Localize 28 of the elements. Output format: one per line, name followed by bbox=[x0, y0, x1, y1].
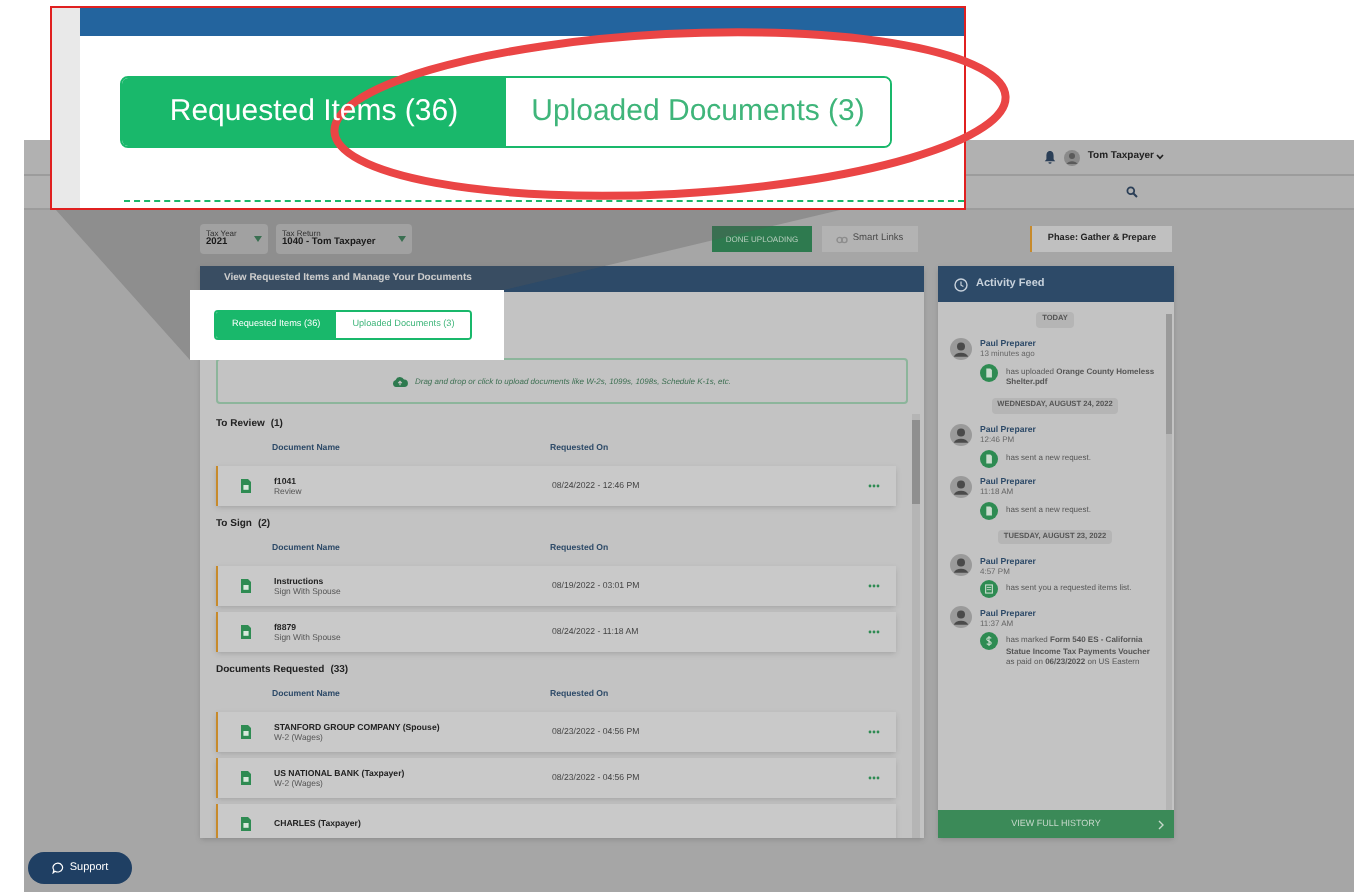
document-icon bbox=[240, 816, 252, 832]
clock-icon bbox=[954, 277, 968, 291]
dollar-icon bbox=[980, 632, 998, 651]
document-icon bbox=[240, 724, 252, 740]
document-icon bbox=[980, 449, 998, 468]
avatar-icon bbox=[950, 554, 972, 577]
document-icon bbox=[240, 770, 252, 786]
cloud-upload-icon bbox=[392, 375, 409, 387]
chevron-right-icon bbox=[1158, 819, 1164, 829]
avatar-icon bbox=[1063, 149, 1080, 165]
feed-scrollbar[interactable] bbox=[1166, 314, 1172, 810]
avatar-icon bbox=[950, 606, 972, 629]
list-icon bbox=[980, 580, 998, 599]
avatar-icon bbox=[950, 423, 972, 446]
document-icon bbox=[240, 624, 252, 640]
document-icon bbox=[240, 578, 252, 594]
document-icon bbox=[240, 478, 252, 494]
avatar-icon bbox=[950, 337, 972, 360]
caret-icon bbox=[398, 236, 406, 242]
search-icon[interactable] bbox=[1126, 186, 1138, 198]
bell-icon[interactable] bbox=[1043, 150, 1056, 164]
link-icon bbox=[836, 235, 849, 243]
avatar-icon bbox=[950, 475, 972, 498]
document-icon bbox=[980, 363, 998, 382]
caret-icon bbox=[1156, 154, 1164, 160]
chat-icon bbox=[51, 862, 64, 874]
caret-icon bbox=[254, 236, 262, 242]
document-icon bbox=[980, 501, 998, 520]
